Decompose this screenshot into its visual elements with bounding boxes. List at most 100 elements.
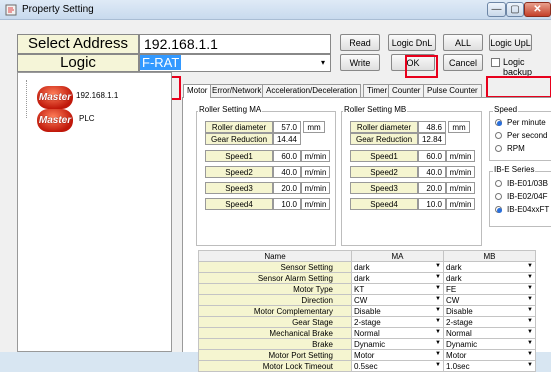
tab-timer[interactable]: Timer	[363, 84, 392, 97]
tree-item-label[interactable]: PLC	[79, 114, 95, 123]
rpm-label: RPM	[507, 144, 525, 153]
write-button[interactable]: Write	[340, 54, 380, 71]
roller-diameter-input[interactable]: 48.6	[418, 121, 446, 133]
all-button[interactable]: ALL	[443, 34, 483, 51]
speed1-input[interactable]: 60.0	[273, 150, 301, 162]
speed2-label: Speed2	[350, 166, 418, 178]
master-badge-icon[interactable]: Master	[37, 86, 73, 109]
ma-dropdown[interactable]: Motor ▼	[351, 349, 444, 361]
mb-dropdown[interactable]: dark ▼	[443, 261, 536, 273]
mb-dropdown[interactable]: Dynamic ▼	[443, 338, 536, 350]
ma-dropdown[interactable]: 0.5sec ▼	[351, 360, 444, 372]
unit-label: m/min	[446, 198, 475, 210]
ma-dropdown[interactable]: Disable ▼	[351, 305, 444, 317]
chevron-down-icon: ▼	[435, 296, 441, 302]
gear-reduction-label: Gear Reduction	[350, 133, 418, 145]
cancel-button[interactable]: Cancel	[443, 54, 483, 71]
ma-dropdown[interactable]: KT ▼	[351, 283, 444, 295]
speed3-input[interactable]: 20.0	[273, 182, 301, 194]
ma-dropdown[interactable]: Normal ▼	[351, 327, 444, 339]
mb-dropdown[interactable]: FE ▼	[443, 283, 536, 295]
mb-value: 2-stage	[446, 317, 473, 327]
ma-value: CW	[354, 295, 368, 305]
window-title: Property Setting	[22, 4, 94, 15]
chevron-down-icon: ▼	[435, 274, 441, 280]
mb-dropdown[interactable]: CW ▼	[443, 294, 536, 306]
gear-reduction-label: Gear Reduction	[205, 133, 273, 145]
table-row: Brake Dynamic ▼ Dynamic ▼	[198, 338, 536, 350]
tab-motor[interactable]: Motor	[183, 84, 212, 98]
per-minute-radio[interactable]	[495, 119, 502, 126]
logic-dropdown[interactable]: F-RAT ▾	[139, 54, 331, 72]
speed2-input[interactable]: 40.0	[273, 166, 301, 178]
speed2-input[interactable]: 40.0	[418, 166, 446, 178]
roller-diameter-input[interactable]: 57.0	[273, 121, 301, 133]
chevron-down-icon: ▼	[435, 329, 441, 335]
mb-dropdown[interactable]: 1.0sec ▼	[443, 360, 536, 372]
speed3-input[interactable]: 20.0	[418, 182, 446, 194]
speed4-input[interactable]: 10.0	[418, 198, 446, 210]
minimize-button[interactable]: —	[487, 2, 506, 17]
mb-dropdown[interactable]: dark ▼	[443, 272, 536, 284]
logic-backup-checkbox[interactable]	[491, 58, 500, 67]
series-group-title: IB-E Series	[493, 165, 536, 174]
maximize-button[interactable]: ▢	[506, 2, 524, 17]
chevron-down-icon: ▼	[435, 340, 441, 346]
chevron-down-icon: ▼	[435, 362, 441, 368]
read-button[interactable]: Read	[340, 34, 380, 51]
unit-label: mm	[303, 121, 325, 133]
series-option-radio[interactable]	[495, 180, 502, 187]
master-badge-icon[interactable]: Master	[37, 109, 73, 132]
gear-reduction-value: 12.84	[418, 133, 446, 145]
address-field[interactable]: 192.168.1.1	[139, 34, 331, 54]
highlight-ok-box	[405, 55, 438, 78]
chevron-down-icon: ▼	[527, 351, 533, 357]
logic-dnl-button[interactable]: Logic DnL	[388, 34, 436, 51]
mb-dropdown[interactable]: 2-stage ▼	[443, 316, 536, 328]
ma-value: 0.5sec	[354, 361, 378, 371]
per-second-radio[interactable]	[495, 132, 502, 139]
ma-value: dark	[354, 262, 370, 272]
chevron-down-icon: ▾	[320, 58, 325, 67]
ma-dropdown[interactable]: dark ▼	[351, 272, 444, 284]
tab-pulse-counter[interactable]: Pulse Counter	[423, 84, 482, 97]
tab-counter[interactable]: Counter	[388, 84, 425, 97]
ma-dropdown[interactable]: CW ▼	[351, 294, 444, 306]
mb-dropdown[interactable]: Motor ▼	[443, 349, 536, 361]
tab-acceleration[interactable]: Acceleration/Deceleration	[262, 84, 362, 97]
logic-backup-label: Logic backup	[503, 57, 533, 77]
mb-value: 1.0sec	[446, 361, 470, 371]
ma-dropdown[interactable]: 2-stage ▼	[351, 316, 444, 328]
series-option-radio[interactable]	[495, 193, 502, 200]
series-option-label: IB-E01/03B	[507, 179, 548, 188]
ma-dropdown[interactable]: Dynamic ▼	[351, 338, 444, 350]
close-button[interactable]: ✕	[524, 2, 551, 17]
tree-line	[26, 80, 27, 118]
roller-diameter-label: Roller diameter	[350, 121, 418, 133]
chevron-down-icon: ▼	[527, 362, 533, 368]
mb-dropdown[interactable]: Normal ▼	[443, 327, 536, 339]
speed2-label: Speed2	[205, 166, 273, 178]
speed4-label: Speed4	[205, 198, 273, 210]
mb-dropdown[interactable]: Disable ▼	[443, 305, 536, 317]
row-name: Motor Type	[198, 283, 352, 295]
unit-label: m/min	[446, 150, 475, 162]
chevron-down-icon: ▼	[435, 318, 441, 324]
ma-dropdown[interactable]: dark ▼	[351, 261, 444, 273]
speed-group-title: Speed	[493, 105, 519, 114]
title-bar: Property Setting — ▢ ✕	[0, 0, 551, 20]
series-option-label: IB-E04xxFT	[507, 205, 550, 214]
select-address-label: Select Address	[17, 34, 139, 54]
speed4-input[interactable]: 10.0	[273, 198, 301, 210]
mb-value: dark	[446, 262, 462, 272]
speed1-input[interactable]: 60.0	[418, 150, 446, 162]
ma-value: 2-stage	[354, 317, 381, 327]
mb-value: Dynamic	[446, 339, 478, 349]
logic-upl-button[interactable]: Logic UpL	[489, 34, 532, 51]
mb-value: FE	[446, 284, 457, 294]
tab-error-network[interactable]: Error/Network	[208, 84, 266, 97]
rpm-radio[interactable]	[495, 145, 502, 152]
series-option-radio[interactable]	[495, 206, 502, 213]
tree-item-label[interactable]: 192.168.1.1	[76, 91, 118, 100]
unit-label: m/min	[301, 182, 330, 194]
